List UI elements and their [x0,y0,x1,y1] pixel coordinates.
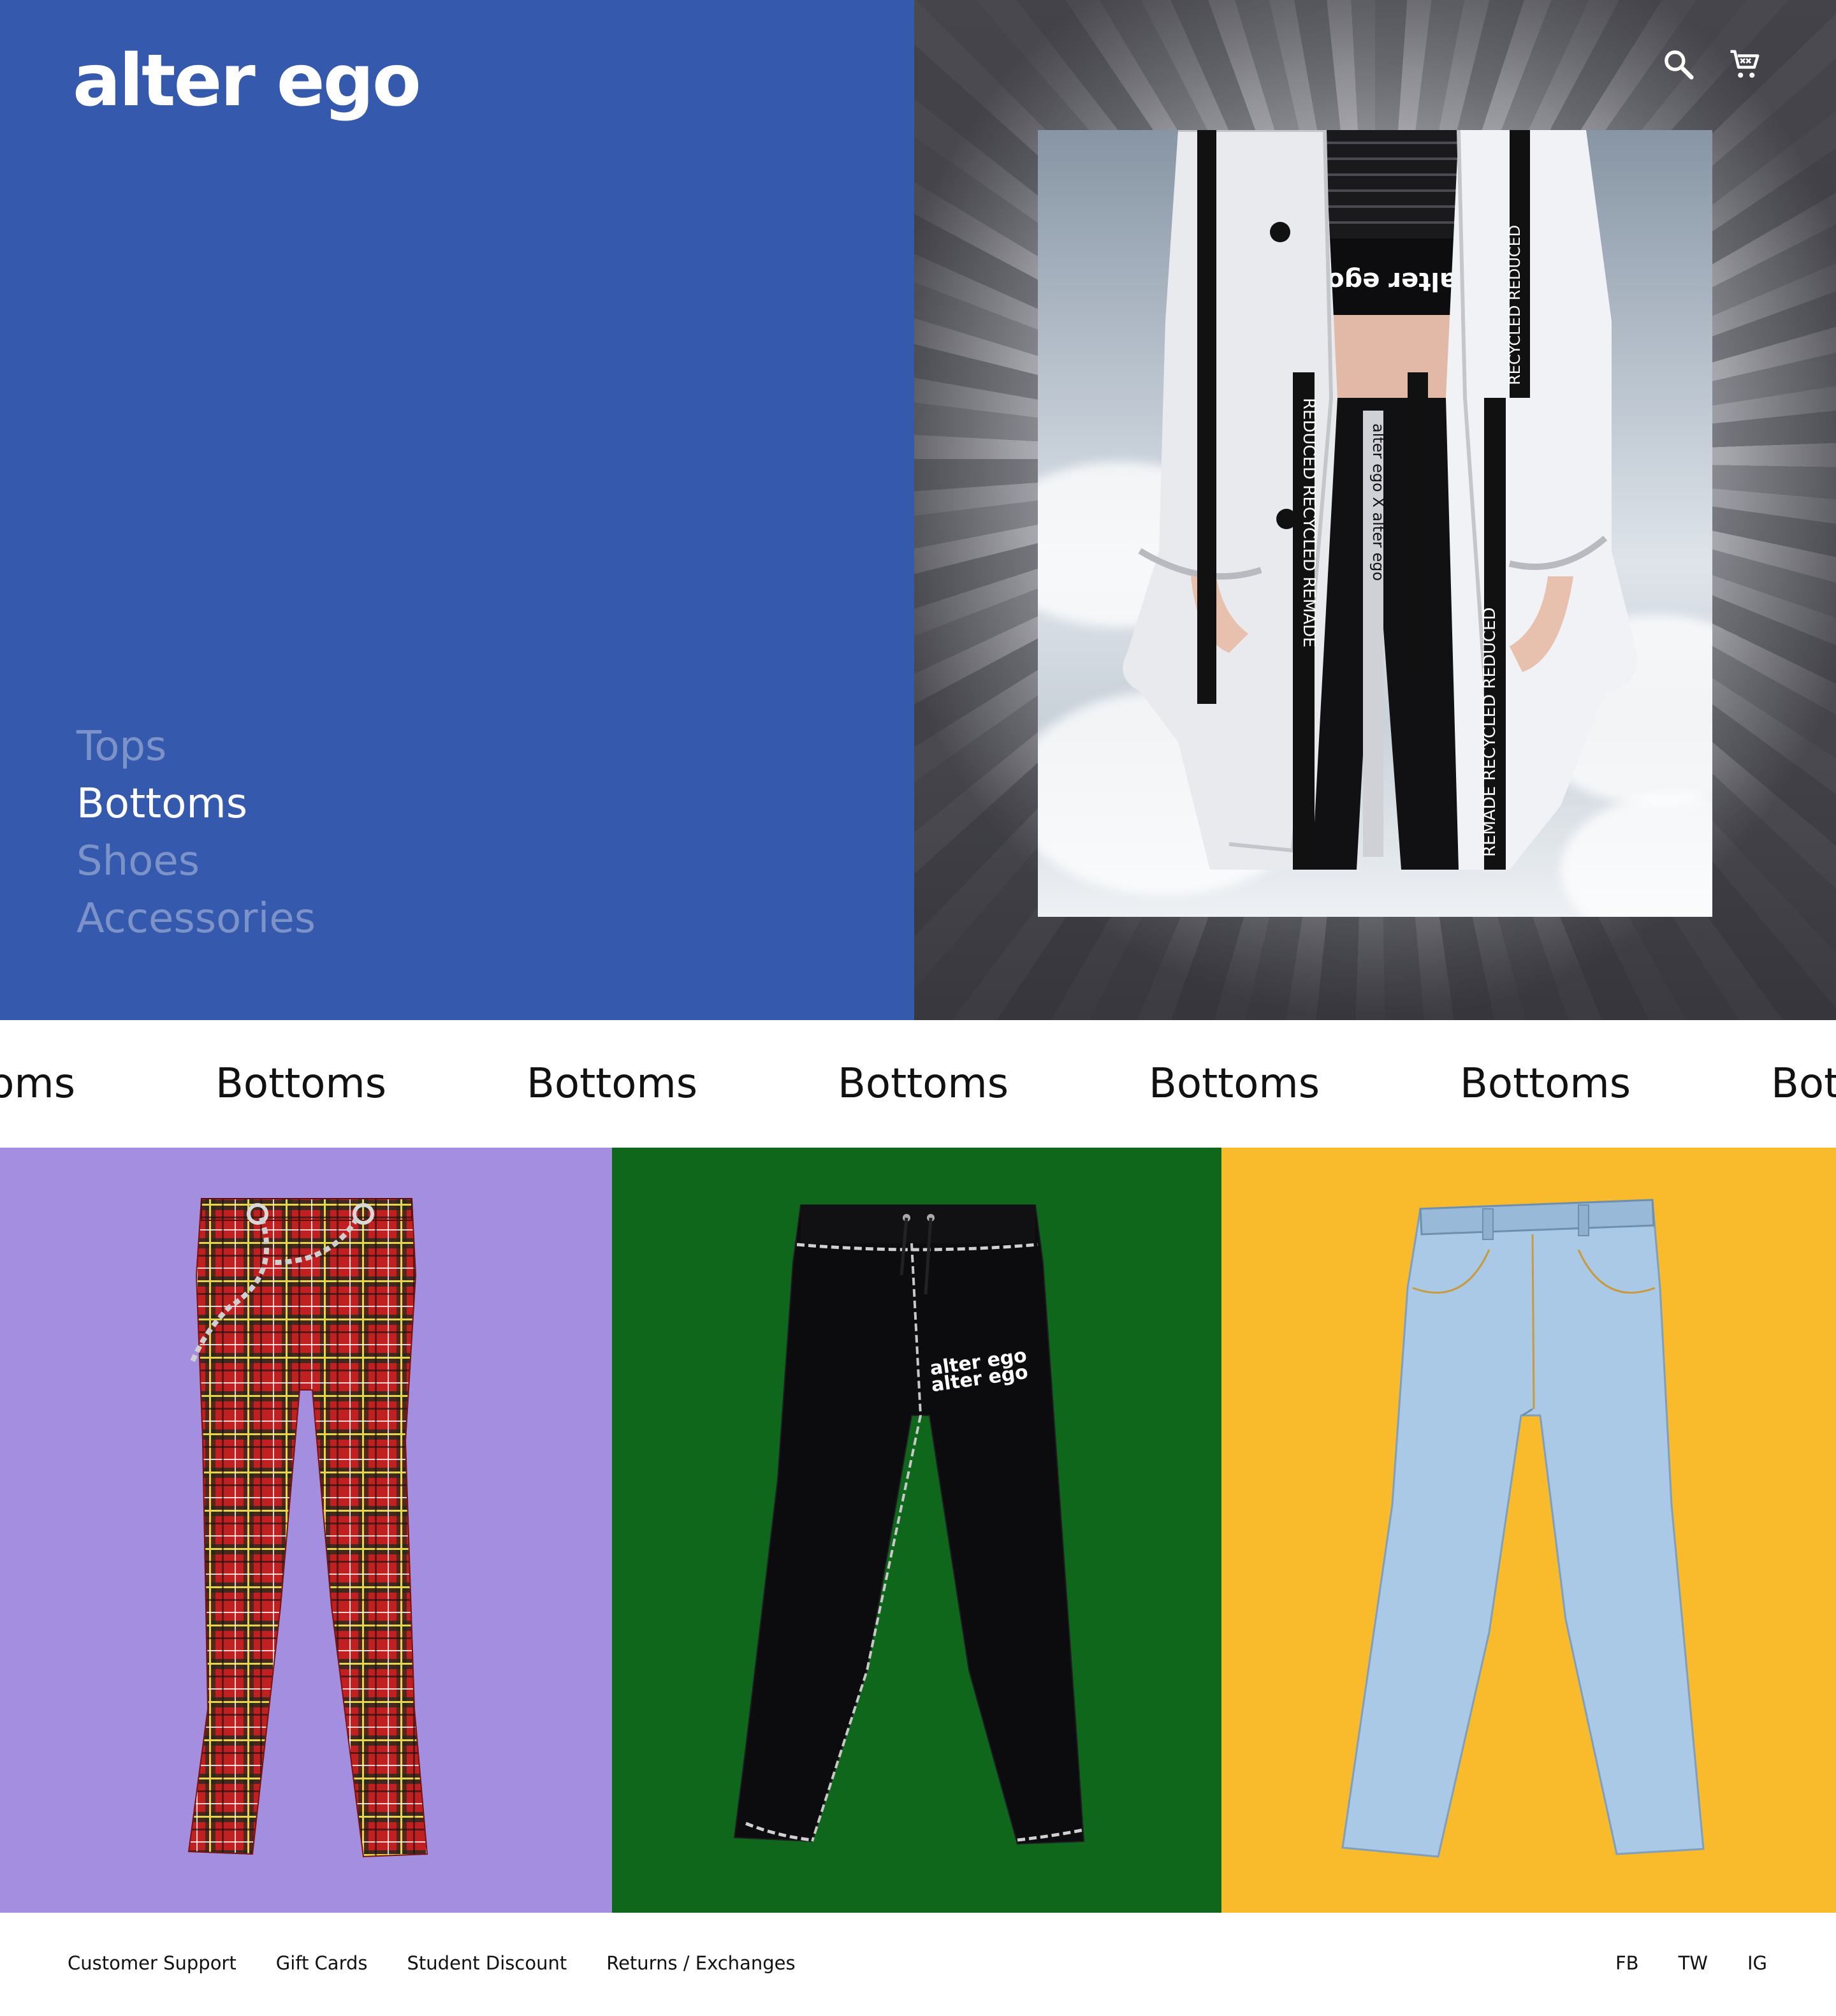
product-card-sweatpants[interactable]: alter ego alter ego [612,1148,1221,1913]
cart-icon[interactable] [1728,47,1762,82]
category-link-shoes[interactable]: Shoes [76,833,316,890]
footer-link-gift-cards[interactable]: Gift Cards [276,1952,368,1974]
sweatpants-image: alter ego alter ego [733,1204,1085,1845]
hero-section: alter ego Tops Bottoms Shoes Accessories [0,0,1836,1020]
svg-text:RECYCLED REDUCED: RECYCLED REDUCED [1506,225,1524,385]
footer-links: Customer Support Gift Cards Student Disc… [68,1952,796,1974]
svg-text:alter ego X alter ego: alter ego X alter ego [1369,423,1387,581]
marquee-item: Bottoms [527,1060,698,1107]
social-link-ig[interactable]: IG [1747,1952,1767,1974]
hero-image-panel: alter ego REDUCED RECYCLED REMADE REMADE… [914,0,1836,1020]
product-grid: alter ego alter ego [0,1148,1836,1913]
social-link-fb[interactable]: FB [1615,1952,1639,1974]
marquee-item: Bottoms [0,1060,76,1107]
marquee-item: Bottoms [215,1060,387,1107]
footer-link-returns-exchanges[interactable]: Returns / Exchanges [606,1952,795,1974]
footer-link-customer-support[interactable]: Customer Support [68,1952,237,1974]
marquee-item: Bottoms [838,1060,1009,1107]
footer-social-links: FB TW IG [1615,1952,1767,1974]
category-link-tops[interactable]: Tops [76,718,316,775]
marquee-item: Bottoms [1149,1060,1320,1107]
jeans-image [1341,1199,1705,1858]
hero-brand-panel: alter ego Tops Bottoms Shoes Accessories [0,0,914,1020]
svg-text:alter ego: alter ego [1327,267,1457,296]
svg-text:REMADE RECYCLED REDUCED: REMADE RECYCLED REDUCED [1480,607,1499,857]
product-card-jeans[interactable] [1221,1148,1836,1913]
category-marquee: Bottoms Bottoms Bottoms Bottoms Bottoms … [0,1020,1836,1148]
plaid-pants-image [187,1198,428,1858]
header-actions [1661,47,1762,82]
brand-logo[interactable]: alter ego [73,41,421,121]
marquee-item: Bottoms [1771,1060,1836,1107]
marquee-track: Bottoms Bottoms Bottoms Bottoms Bottoms … [0,1020,1836,1148]
category-link-accessories[interactable]: Accessories [76,890,316,947]
footer-link-student-discount[interactable]: Student Discount [407,1952,567,1974]
hero-model-photo: alter ego REDUCED RECYCLED REMADE REMADE… [1038,130,1712,917]
search-icon[interactable] [1661,47,1696,82]
model-coat-illustration: alter ego REDUCED RECYCLED REMADE REMADE… [1123,130,1637,870]
category-link-bottoms[interactable]: Bottoms [76,775,316,833]
site-footer: Customer Support Gift Cards Student Disc… [0,1913,1836,2016]
svg-text:REDUCED RECYCLED REMADE: REDUCED RECYCLED REMADE [1299,398,1318,648]
category-nav: Tops Bottoms Shoes Accessories [76,718,316,947]
marquee-item: Bottoms [1460,1060,1631,1107]
social-link-tw[interactable]: TW [1679,1952,1708,1974]
product-card-plaid-pants[interactable] [0,1148,612,1913]
